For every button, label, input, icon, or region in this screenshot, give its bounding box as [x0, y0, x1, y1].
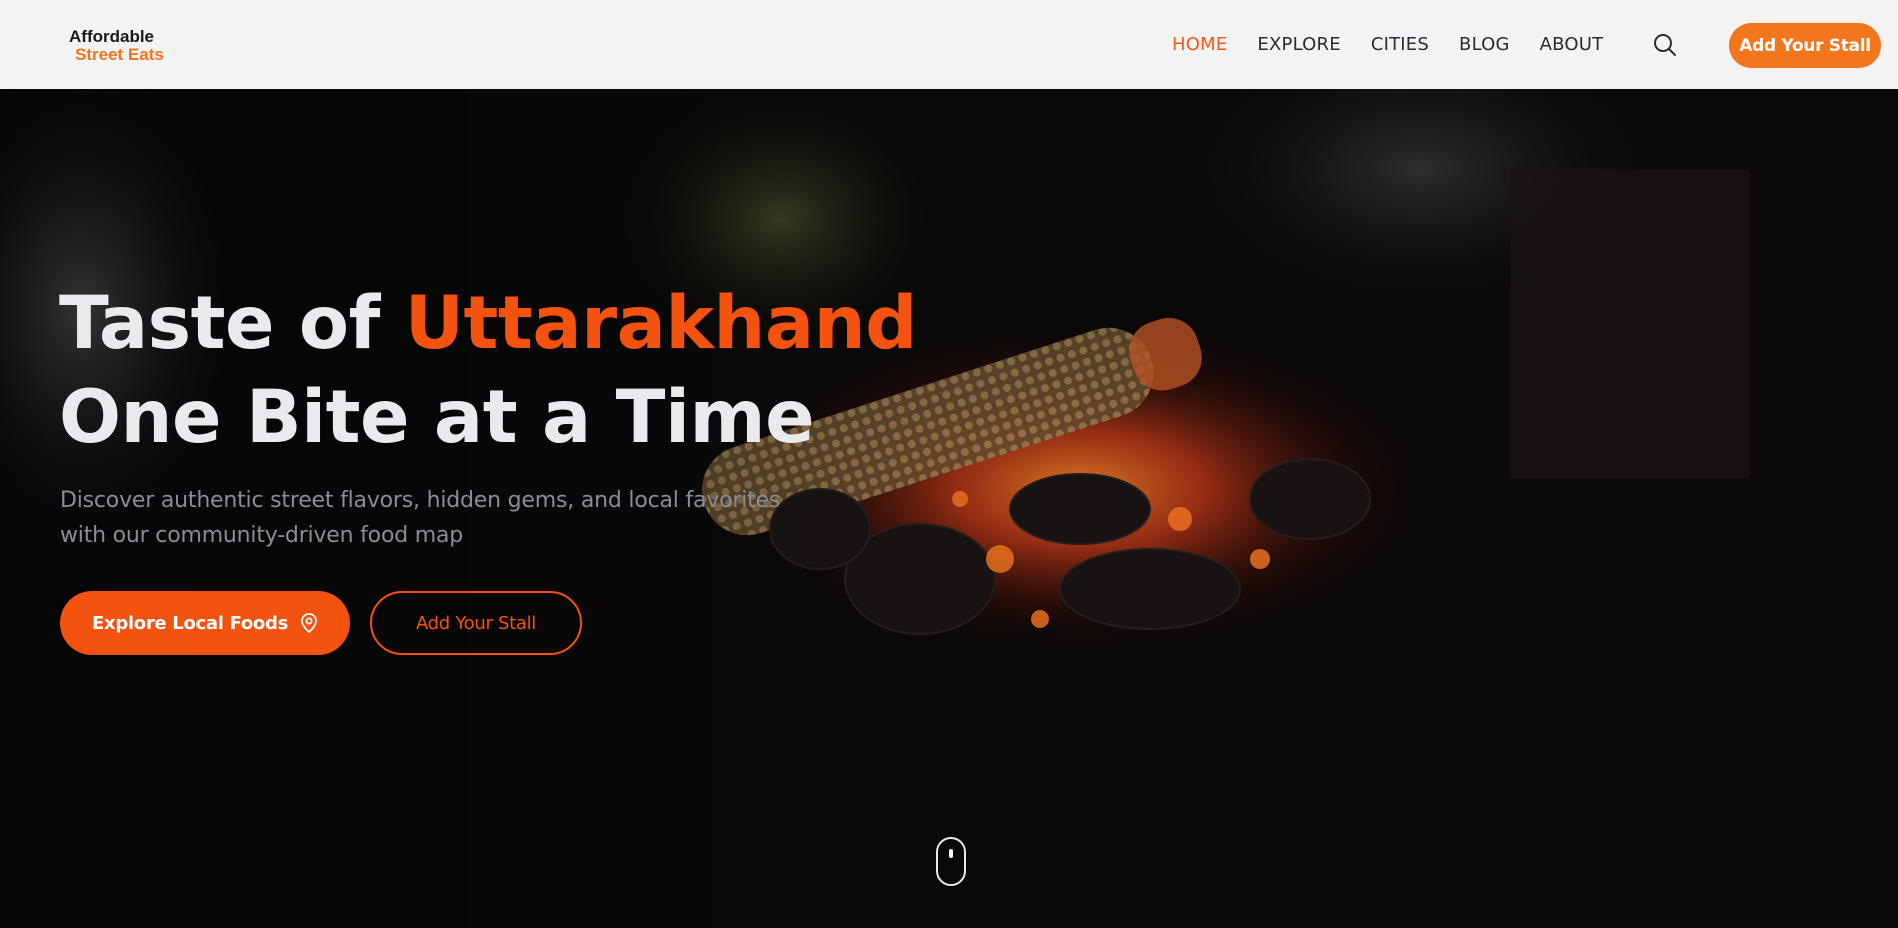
header-add-stall-button[interactable]: Add Your Stall — [1729, 23, 1881, 68]
scroll-wheel — [949, 849, 953, 858]
hero-section: Taste of Uttarakhand One Bite at a Time … — [0, 89, 1898, 928]
map-pin-icon — [300, 613, 318, 634]
logo-line-affordable: Affordable — [69, 27, 154, 46]
nav-explore[interactable]: EXPLORE — [1257, 34, 1340, 55]
mouse-scroll-icon[interactable] — [936, 837, 966, 886]
explore-button-label: Explore Local Foods — [92, 612, 288, 634]
nav-about[interactable]: ABOUT — [1540, 34, 1604, 55]
search-icon[interactable] — [1652, 32, 1678, 58]
nav-home[interactable]: HOME — [1172, 34, 1227, 55]
headline-prefix: Taste of — [59, 281, 405, 366]
hero-subtitle: Discover authentic street flavors, hidde… — [60, 488, 781, 548]
explore-local-foods-button[interactable]: Explore Local Foods — [60, 591, 350, 655]
headline-accent: Uttarakhand — [404, 281, 918, 366]
nav-cities[interactable]: CITIES — [1371, 34, 1429, 55]
main-nav: HOME EXPLORE CITIES BLOG ABOUT — [1172, 0, 1633, 89]
headline-line2: One Bite at a Time — [59, 375, 815, 460]
hero-headline: Taste of Uttarakhand One Bite at a Time — [59, 277, 917, 465]
nav-blog[interactable]: BLOG — [1459, 34, 1510, 55]
logo-line-street-eats: Street Eats — [75, 45, 164, 64]
site-header: Affordable Street Eats HOME EXPLORE CITI… — [0, 0, 1898, 89]
hero-add-stall-button[interactable]: Add Your Stall — [370, 591, 582, 655]
site-logo[interactable]: Affordable Street Eats — [69, 28, 164, 64]
